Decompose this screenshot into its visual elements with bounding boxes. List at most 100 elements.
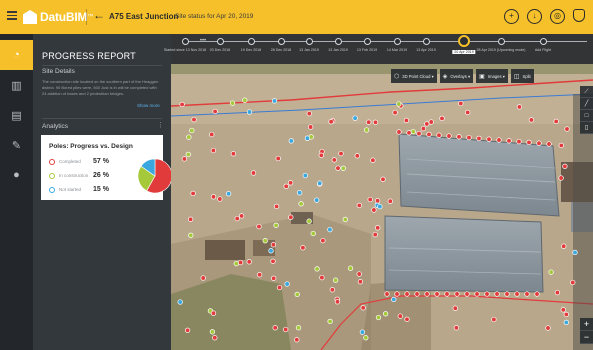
pole-marker[interactable] (406, 130, 412, 136)
pole-marker[interactable] (306, 218, 312, 224)
pole-marker[interactable] (327, 318, 333, 325)
pole-marker[interactable] (404, 316, 410, 322)
pole-marker[interactable] (453, 325, 460, 331)
timeline-node[interactable] (393, 38, 401, 45)
pole-marker[interactable] (514, 291, 520, 297)
analytics-menu-icon[interactable]: ⋮ (157, 121, 164, 129)
pole-marker[interactable] (314, 266, 320, 272)
pole-marker[interactable] (392, 109, 398, 116)
pole-marker[interactable] (318, 152, 324, 158)
pole-marker[interactable] (396, 129, 402, 135)
pole-marker[interactable] (298, 201, 304, 207)
pole-marker[interactable] (384, 291, 390, 297)
pole-marker[interactable] (403, 117, 410, 124)
pole-marker[interactable] (283, 183, 289, 189)
pole-marker[interactable] (560, 307, 566, 313)
split-button[interactable]: ◫ Split (510, 69, 534, 83)
pole-marker[interactable] (414, 291, 420, 297)
timeline-node[interactable] (497, 38, 505, 45)
pole-marker[interactable] (287, 180, 294, 186)
pole-marker[interactable] (275, 155, 281, 162)
brand-logo[interactable]: DatuBIM ™ (23, 9, 93, 25)
timeline-ellipsis[interactable]: ••• (200, 38, 206, 44)
pole-marker[interactable] (302, 172, 308, 179)
pole-marker[interactable] (334, 299, 341, 305)
pole-marker[interactable] (186, 134, 192, 140)
pole-marker[interactable] (397, 313, 403, 319)
pole-marker[interactable] (190, 190, 196, 197)
pole-marker[interactable] (564, 126, 570, 132)
pole-marker[interactable] (246, 109, 253, 115)
pole-marker[interactable] (230, 151, 237, 157)
pole-marker[interactable] (354, 153, 360, 159)
pole-marker[interactable] (563, 319, 569, 326)
plus-circle-icon[interactable]: + (504, 9, 519, 24)
pole-marker[interactable] (558, 175, 564, 181)
pole-marker[interactable] (300, 245, 306, 251)
timeline-node[interactable] (422, 38, 430, 45)
pole-marker[interactable] (256, 223, 262, 230)
pole-marker[interactable] (338, 150, 344, 157)
pole-marker[interactable] (233, 260, 239, 267)
pole-marker[interactable] (464, 291, 470, 297)
pole-marker[interactable] (242, 97, 248, 103)
pole-marker[interactable] (225, 191, 232, 197)
globe-icon[interactable]: ◎ (550, 9, 565, 24)
pole-marker[interactable] (327, 226, 333, 233)
pole-marker[interactable] (439, 115, 445, 122)
pole-marker[interactable] (434, 291, 440, 297)
show-more-link[interactable]: Show more (137, 103, 160, 108)
pole-marker[interactable] (391, 296, 397, 303)
pole-marker[interactable] (320, 237, 326, 244)
pole-marker[interactable] (458, 100, 464, 107)
pole-marker[interactable] (237, 259, 244, 266)
pole-marker[interactable] (342, 216, 348, 223)
pole-marker[interactable] (426, 131, 432, 138)
timeline-node[interactable] (539, 38, 547, 45)
pole-marker[interactable] (356, 202, 362, 209)
square-icon[interactable]: □ (580, 110, 593, 122)
pole-marker[interactable] (256, 272, 263, 278)
pole-marker[interactable] (271, 275, 277, 281)
pole-marker[interactable] (210, 147, 217, 154)
pole-marker[interactable] (296, 190, 303, 196)
pole-marker[interactable] (570, 279, 576, 286)
timeline-node-active[interactable] (458, 35, 470, 47)
pole-marker[interactable] (188, 232, 194, 238)
timeline-node[interactable] (181, 38, 189, 45)
pole-marker[interactable] (372, 231, 378, 238)
pole-marker[interactable] (466, 134, 472, 141)
rail-item-documents[interactable]: ▤ (0, 100, 33, 130)
pole-marker[interactable] (534, 291, 540, 297)
pole-marker[interactable] (347, 265, 354, 271)
pole-marker[interactable] (424, 291, 430, 297)
pole-marker[interactable] (446, 133, 452, 139)
pole-marker[interactable] (558, 142, 564, 149)
pole-marker[interactable] (332, 277, 339, 283)
timeline-node[interactable] (277, 38, 285, 45)
pole-marker[interactable] (209, 131, 215, 138)
download-icon[interactable]: ↓ (527, 9, 542, 24)
images-dropdown[interactable]: ▣ Images ▾ (476, 69, 508, 83)
pole-marker[interactable] (416, 130, 422, 137)
line-icon[interactable]: ╱ (580, 98, 593, 110)
pole-marker[interactable] (306, 110, 312, 117)
pole-marker[interactable] (328, 119, 334, 125)
pole-marker[interactable] (374, 198, 381, 204)
rail-item-statistics[interactable]: ▥ (0, 70, 33, 100)
pole-marker[interactable] (404, 291, 410, 297)
pole-marker[interactable] (359, 329, 366, 335)
pole-marker[interactable] (212, 108, 218, 115)
zoom-in-button[interactable]: + (580, 318, 593, 331)
pole-marker[interactable] (246, 259, 252, 265)
pole-marker[interactable] (377, 203, 383, 210)
pole-marker[interactable] (356, 271, 362, 277)
pole-marker[interactable] (185, 151, 191, 158)
pole-marker[interactable] (491, 316, 497, 323)
timeline-node[interactable] (305, 38, 313, 45)
pole-marker[interactable] (276, 284, 283, 291)
pole-marker[interactable] (179, 101, 185, 108)
pole-marker[interactable] (474, 291, 480, 297)
pole-marker[interactable] (187, 216, 194, 222)
pole-marker[interactable] (496, 137, 502, 143)
